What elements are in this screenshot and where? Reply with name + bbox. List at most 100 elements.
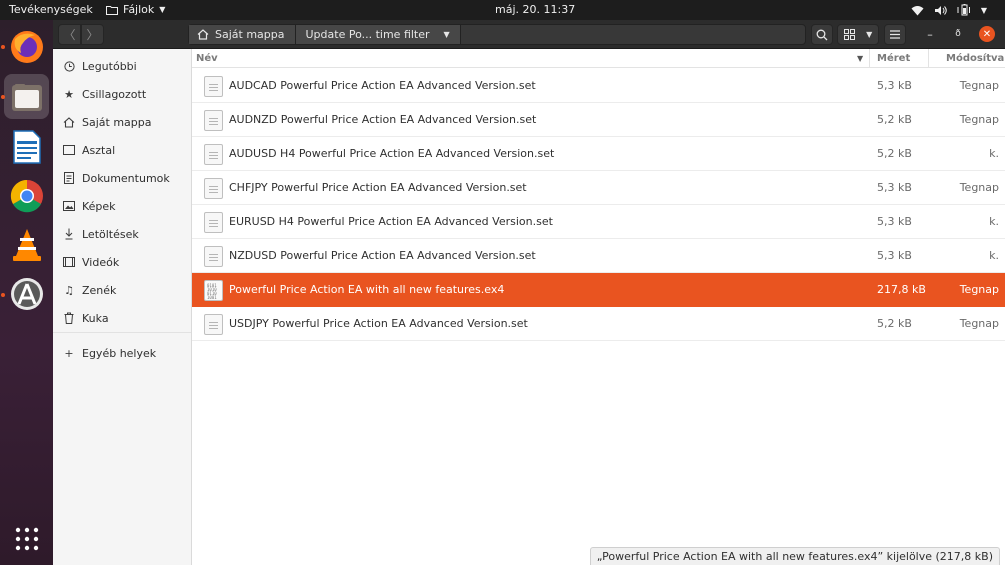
minimize-button[interactable]: – — [922, 26, 938, 42]
activities-button[interactable]: Tevékenységek — [9, 3, 93, 16]
file-row[interactable]: AUDCAD Powerful Price Action EA Advanced… — [192, 69, 1005, 103]
file-name: CHFJPY Powerful Price Action EA Advanced… — [229, 181, 527, 194]
binary-file-icon: 0101 1010 0110 1001 — [204, 280, 223, 301]
sidebar-item-videos[interactable]: Videók — [53, 248, 191, 276]
breadcrumb-home-label: Saját mappa — [215, 28, 285, 41]
selection-status: „Powerful Price Action EA with all new f… — [589, 547, 1000, 565]
volume-icon — [934, 5, 947, 15]
dock-firefox[interactable] — [4, 24, 49, 69]
sidebar-item-desktop[interactable]: Asztal — [53, 136, 191, 164]
back-button[interactable]: 〈 — [58, 24, 81, 45]
sidebar-item-label: Dokumentumok — [82, 171, 170, 185]
sidebar: Legutóbbi ★ Csillagozott Saját mappa Asz… — [53, 49, 192, 565]
sidebar-item-trash[interactable]: Kuka — [53, 304, 191, 332]
dock-chrome[interactable] — [4, 173, 49, 218]
dock-files[interactable] — [4, 74, 49, 119]
hamburger-menu-icon — [890, 30, 900, 39]
navigation-buttons: 〈 〉 — [58, 24, 104, 45]
dock-vlc[interactable] — [4, 222, 49, 267]
text-file-icon — [204, 246, 223, 267]
close-button[interactable]: ✕ — [979, 26, 995, 42]
caret-down-icon: ▼ — [980, 5, 987, 15]
sidebar-item-recent[interactable]: Legutóbbi — [53, 52, 191, 80]
sidebar-item-label: Legutóbbi — [82, 59, 137, 73]
caret-down-icon: ▼ — [443, 30, 450, 39]
chrome-icon — [10, 179, 43, 212]
chevron-right-icon: 〉 — [86, 28, 99, 42]
sidebar-item-other-locations[interactable]: + Egyéb helyek — [53, 339, 191, 367]
sidebar-item-music[interactable]: ♫ Zenék — [53, 276, 191, 304]
battery-icon — [957, 4, 970, 16]
running-indicator — [1, 95, 5, 99]
sidebar-item-label: Letöltések — [82, 227, 139, 241]
running-indicator — [1, 45, 5, 49]
sidebar-item-label: Kuka — [82, 311, 109, 325]
file-size: 5,2 kB — [877, 113, 912, 126]
files-icon — [11, 83, 42, 111]
file-row-selected[interactable]: 0101 1010 0110 1001 Powerful Price Action E… — [192, 273, 1005, 307]
file-row[interactable]: EURUSD H4 Powerful Price Action EA Advan… — [192, 205, 1005, 239]
minimize-icon: – — [927, 27, 933, 41]
sidebar-item-starred[interactable]: ★ Csillagozott — [53, 80, 191, 108]
file-row[interactable]: AUDNZD Powerful Price Action EA Advanced… — [192, 103, 1005, 137]
trash-icon — [63, 312, 75, 324]
forward-button[interactable]: 〉 — [81, 24, 104, 45]
download-icon — [63, 228, 75, 240]
folder-icon — [106, 5, 118, 15]
file-list: Név ▼ Méret Módosítva AUDCAD Powerful Pr… — [192, 49, 1005, 565]
desktop-icon — [63, 144, 75, 156]
system-tray[interactable]: ▼ — [911, 2, 987, 18]
home-icon — [197, 29, 209, 40]
text-file-icon — [204, 178, 223, 199]
file-name: Powerful Price Action EA with all new fe… — [229, 283, 505, 296]
file-row[interactable]: NZDUSD Powerful Price Action EA Advanced… — [192, 239, 1005, 273]
show-applications-button[interactable] — [4, 516, 49, 561]
sidebar-item-home[interactable]: Saját mappa — [53, 108, 191, 136]
search-icon — [816, 29, 828, 40]
file-row[interactable]: AUDUSD H4 Powerful Price Action EA Advan… — [192, 137, 1005, 171]
grid-view-icon — [843, 29, 855, 40]
star-icon: ★ — [64, 87, 74, 101]
file-size: 5,2 kB — [877, 147, 912, 160]
menu-button[interactable] — [884, 24, 906, 45]
text-file-icon — [204, 110, 223, 131]
clock[interactable]: máj. 20. 11:37 — [495, 3, 575, 16]
dock-writer[interactable] — [4, 124, 49, 169]
search-button[interactable] — [811, 24, 833, 45]
text-file-icon — [204, 314, 223, 335]
sidebar-divider — [53, 332, 191, 333]
view-toggle-button[interactable]: ▼ — [837, 24, 879, 45]
text-file-icon — [204, 212, 223, 233]
maximize-icon: ð — [955, 29, 961, 39]
video-icon — [63, 256, 75, 268]
file-size: 5,3 kB — [877, 181, 912, 194]
file-name: AUDUSD H4 Powerful Price Action EA Advan… — [229, 147, 555, 160]
home-icon — [63, 116, 75, 128]
file-size: 5,3 kB — [877, 79, 912, 92]
plus-icon: + — [64, 346, 74, 360]
maximize-button[interactable]: ð — [950, 26, 966, 42]
file-row[interactable]: USDJPY Powerful Price Action EA Advanced… — [192, 307, 1005, 341]
file-size: 5,3 kB — [877, 215, 912, 228]
dock-software[interactable] — [4, 271, 49, 316]
file-modified: Tegnap — [959, 113, 999, 126]
breadcrumb-home[interactable]: Saját mappa — [189, 25, 296, 44]
music-icon: ♫ — [64, 283, 74, 297]
app-menu[interactable]: Fájlok ▼ — [106, 3, 165, 16]
file-row[interactable]: CHFJPY Powerful Price Action EA Advanced… — [192, 171, 1005, 205]
column-size[interactable]: Méret — [877, 53, 910, 64]
sidebar-item-pictures[interactable]: Képek — [53, 192, 191, 220]
column-name[interactable]: Név — [196, 53, 218, 64]
app-menu-label: Fájlok — [123, 3, 155, 16]
file-size: 5,3 kB — [877, 249, 912, 262]
sidebar-item-downloads[interactable]: Letöltések — [53, 220, 191, 248]
file-modified: Tegnap — [959, 317, 999, 330]
sidebar-item-label: Saját mappa — [82, 115, 152, 129]
clock-icon — [63, 60, 75, 72]
sidebar-item-label: Zenék — [82, 283, 117, 297]
column-modified[interactable]: Módosítva — [946, 53, 1004, 64]
breadcrumb-current[interactable]: Update Po... time filter ▼ — [295, 25, 461, 44]
sidebar-item-documents[interactable]: Dokumentumok — [53, 164, 191, 192]
path-bar: Saját mappa Update Po... time filter ▼ — [188, 24, 806, 45]
vlc-icon — [12, 228, 41, 261]
